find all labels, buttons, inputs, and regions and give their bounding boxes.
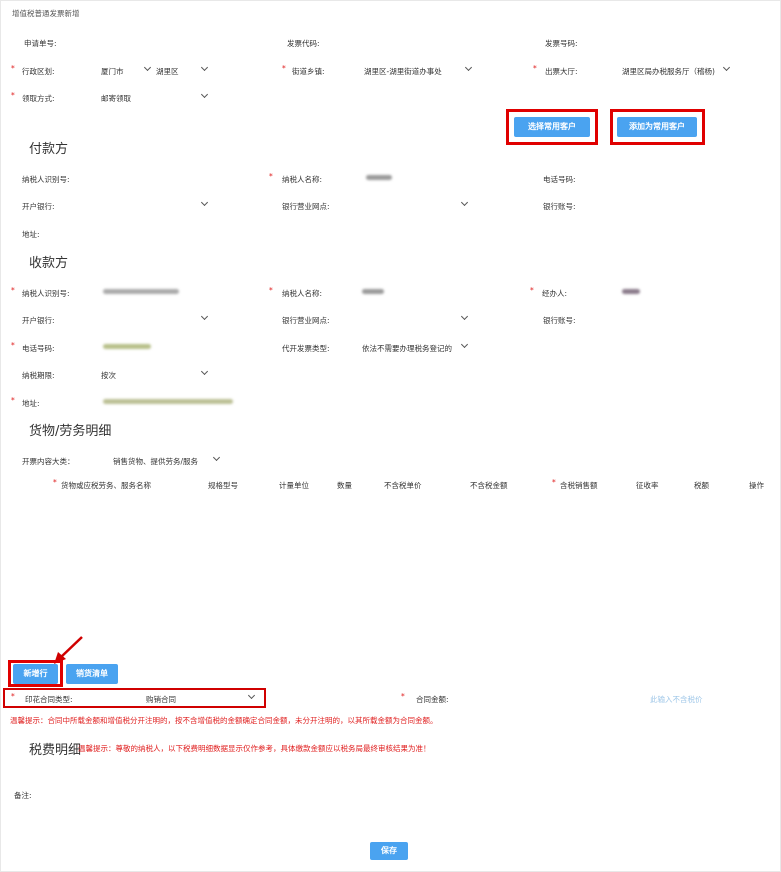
select-customer-button[interactable]: 选择常用客户 [514,117,590,137]
payee-agent-label: 经办人: [542,289,568,298]
district-select[interactable]: 湖里区 [156,66,179,77]
redacted-value [362,289,384,294]
hall-label: 出票大厅: [545,67,578,76]
payer-phone-label: 电话号码: [543,175,576,184]
city-select[interactable]: 厦门市 [101,66,124,77]
payer-account-label: 银行账号: [543,202,576,211]
payee-invoice-type-label: 代开发票类型: [282,344,330,353]
required-mark: * [11,396,15,405]
invoice-code-label: 发票代码: [287,39,320,48]
column-header: 数量 [337,481,352,490]
payer-bank-label: 开户银行: [22,202,55,211]
payee-period-select[interactable]: 按次 [101,370,116,381]
column-header: 不含税金额 [470,481,508,490]
add-customer-button[interactable]: 添加为常用客户 [617,117,697,137]
column-header: 操作 [749,481,764,490]
required-mark: * [269,286,273,295]
required-mark: * [533,64,537,73]
required-mark: * [269,172,273,181]
category-select[interactable]: 销售货物、提供劳务/服务 [113,456,198,467]
redacted-value [103,289,179,294]
payee-bank-label: 开户银行: [22,316,55,325]
contract-hint: 温馨提示：合同中所载金额和增值税分开注明的，按不含增值税的金额确定合同金额，未分… [10,716,438,725]
category-label: 开票内容大类： [22,457,75,466]
column-header: 规格型号 [208,481,238,490]
column-header: 征收率 [636,481,659,490]
remark-label: 备注: [14,791,32,800]
required-mark: * [282,64,286,73]
column-header: 含税销售额 [560,481,598,490]
payer-taxid-label: 纳税人识别号: [22,175,70,184]
hall-select[interactable]: 湖里区局办税服务厅（稽杨) [622,66,715,77]
payee-phone-label: 电话号码: [22,344,55,353]
column-header: 不含税单价 [384,481,422,490]
sales-list-button[interactable]: 销货清单 [66,664,118,684]
pickup-select[interactable]: 邮寄领取 [101,93,131,104]
invoice-no-label: 发票号码: [545,39,578,48]
payee-branch-label: 银行营业网点: [282,316,330,325]
required-mark: * [11,692,15,701]
payer-address-label: 地址: [22,230,40,239]
column-header: 计量单位 [279,481,309,490]
required-mark: * [11,341,15,350]
payer-name-label: 纳税人名称: [282,175,323,184]
tax-hint: 温馨提示：尊敬的纳税人，以下税费明细数据显示仅作参考，具体缴款金额应以税务局最终… [78,744,431,753]
payee-taxid-label: 纳税人识别号: [22,289,70,298]
payee-account-label: 银行账号: [543,316,576,325]
street-label: 街道乡镇: [292,67,325,76]
column-header: 税额 [694,481,709,490]
contract-amount-input[interactable]: 此输入不含税价 [650,694,703,705]
payee-address-label: 地址: [22,399,40,408]
payee-name-label: 纳税人名称: [282,289,323,298]
redacted-value [366,175,392,180]
required-mark: * [11,286,15,295]
required-mark: * [401,692,405,701]
payer-branch-label: 银行营业网点: [282,202,330,211]
pickup-label: 领取方式: [22,94,55,103]
dialog-title: 增值税普通发票新增 [12,9,80,18]
required-mark: * [11,64,15,73]
required-mark: * [530,286,534,295]
redacted-value [103,344,151,349]
street-select[interactable]: 湖里区-湖里街道办事处 [364,66,442,77]
goods-section-title: 货物/劳务明细 [29,424,112,439]
payee-period-label: 纳税期限: [22,371,55,380]
redacted-value [103,399,233,404]
column-header: 货物或应税劳务、服务名称 [61,481,151,490]
required-mark: * [53,478,57,487]
save-button[interactable]: 保存 [370,842,408,860]
payee-invoice-type-select[interactable]: 依法不需要办理税务登记的 [362,343,452,354]
required-mark: * [11,91,15,100]
redacted-value [622,289,640,294]
contract-type-select[interactable]: 购销合同 [146,694,176,705]
contract-amount-label: 合同金额: [416,695,449,704]
district-label: 行政区划: [22,67,55,76]
required-mark: * [552,478,556,487]
tax-section-title: 税费明细 [29,743,82,758]
payer-section-title: 付款方 [29,142,69,157]
contract-type-label: 印花合同类型: [25,695,73,704]
payee-section-title: 收款方 [29,256,69,271]
add-row-button[interactable]: 新增行 [13,664,58,684]
apply-no-label: 申请单号: [24,39,57,48]
